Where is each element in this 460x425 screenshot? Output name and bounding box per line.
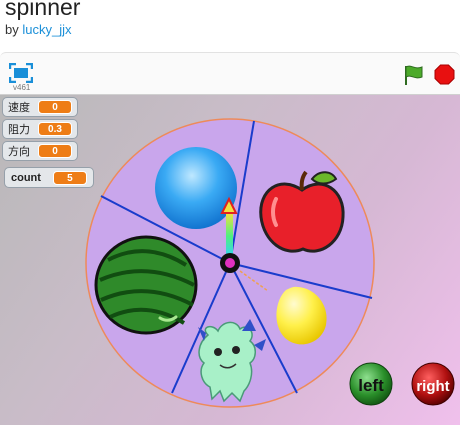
author-link[interactable]: lucky_jjx bbox=[22, 22, 71, 37]
right-button-label: right bbox=[416, 378, 449, 395]
monitor-value: 0 bbox=[38, 100, 72, 114]
monitor-speed[interactable]: 速度 0 bbox=[2, 97, 78, 117]
monitor-label: 速度 bbox=[8, 102, 30, 114]
monitor-label: 阻力 bbox=[8, 124, 30, 136]
project-title: spinner bbox=[5, 0, 81, 20]
by-prefix: by bbox=[5, 22, 19, 37]
monitor-direction[interactable]: 方向 0 bbox=[2, 141, 78, 161]
version-label: v461 bbox=[13, 83, 31, 92]
author-line: by lucky_jjx bbox=[5, 22, 71, 37]
left-button-label: left bbox=[358, 376, 384, 395]
monitor-label: 方向 bbox=[8, 146, 30, 158]
right-button[interactable]: right bbox=[411, 362, 455, 406]
monitor-resistance[interactable]: 阻力 0.3 bbox=[2, 119, 78, 139]
player-toolbar: v461 bbox=[0, 52, 460, 95]
monitor-value: 5 bbox=[52, 170, 87, 185]
stage[interactable]: left right 速度 0 阻力 0.3 方向 0 count 5 bbox=[0, 95, 460, 425]
left-button[interactable]: left bbox=[349, 362, 393, 406]
ball-icon bbox=[155, 147, 237, 229]
monitor-label: count bbox=[11, 171, 41, 184]
stop-sign-icon[interactable] bbox=[434, 64, 455, 85]
monitor-value: 0 bbox=[38, 144, 72, 158]
fullscreen-icon[interactable] bbox=[8, 62, 34, 84]
monitor-count[interactable]: count 5 bbox=[4, 167, 94, 188]
project-header: spinner by lucky_jjx bbox=[0, 0, 460, 52]
watermelon-icon bbox=[94, 235, 198, 335]
green-flag-icon[interactable] bbox=[403, 64, 425, 86]
monitor-value: 0.3 bbox=[38, 122, 72, 136]
